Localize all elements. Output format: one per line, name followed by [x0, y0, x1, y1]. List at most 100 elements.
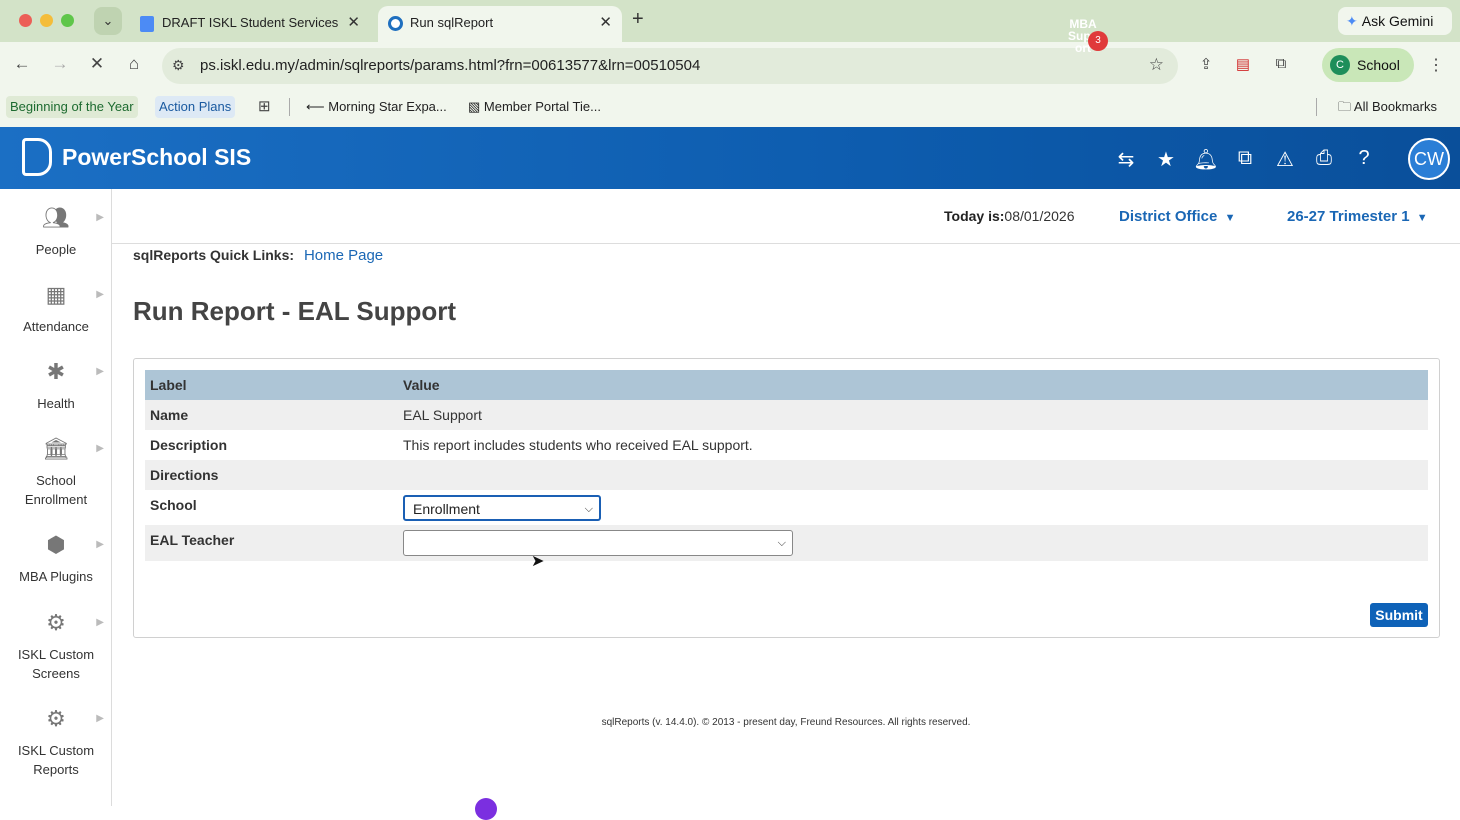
column-header-label: Label	[150, 377, 187, 393]
tab-title: Run sqlReport	[410, 15, 494, 30]
sidebar-item-health[interactable]: ✱ ▶ Health	[0, 358, 112, 413]
mouse-cursor-icon: ➤	[531, 553, 545, 570]
ask-gemini-label: Ask Gemini	[1361, 13, 1434, 29]
stop-loading-icon[interactable]: ✕	[85, 54, 109, 74]
table-row: Name EAL Support	[145, 400, 1428, 430]
tab-title: DRAFT ISKL Student Services	[162, 15, 339, 30]
school-icon: 🏛︎	[42, 436, 70, 461]
home-icon[interactable]: ⌂	[122, 54, 146, 74]
row-label: Directions	[150, 467, 219, 483]
chevron-down-icon: ⌄	[102, 13, 114, 28]
url-text[interactable]: ps.iskl.edu.my/admin/sqlreports/params.h…	[200, 57, 700, 74]
bell-icon[interactable]: 🔔︎	[1193, 147, 1219, 172]
table-row: Description This report includes student…	[145, 430, 1428, 460]
bookmark-star-icon[interactable]: ☆	[1149, 55, 1164, 75]
bookmarks-bar: Beginning of the Year Action Plans ⊞ ⟵ M…	[0, 90, 1460, 127]
new-tab-button[interactable]: +	[632, 8, 644, 31]
context-bar	[112, 189, 1460, 244]
chevron-right-icon: ▶	[96, 289, 104, 300]
sidebar-item-label: ISKL Custom Reports	[17, 743, 95, 777]
bookmark-member-portal[interactable]: ▧ Member Portal Tie...	[464, 96, 605, 118]
powerschool-logo-icon[interactable]	[22, 138, 52, 176]
user-avatar[interactable]: CW	[1408, 138, 1450, 180]
browser-chrome: ⌄ DRAFT ISKL Student Services ✕ Run sqlR…	[0, 0, 1460, 127]
extension-todoist-icon[interactable]: ▤	[1233, 55, 1253, 75]
eal-teacher-select[interactable]: ⌵	[403, 530, 793, 556]
print-icon[interactable]: ⎙	[1311, 147, 1337, 170]
site-settings-icon[interactable]: ⚙	[172, 57, 185, 74]
sidebar-item-iskl-custom-screens[interactable]: ⚙ ▶ ISKL Custom Screens	[0, 609, 112, 683]
table-header-row: Label Value	[145, 370, 1428, 400]
address-bar[interactable]: ⚙ ps.iskl.edu.my/admin/sqlreports/params…	[162, 48, 1178, 84]
caret-down-icon: ▼	[1413, 212, 1428, 224]
more-menu-icon[interactable]: ⋮	[1428, 55, 1444, 75]
attendance-icon: ▦	[45, 282, 67, 307]
tab-run-sqlreport[interactable]: Run sqlReport ✕	[378, 6, 622, 42]
all-bookmarks-button[interactable]: 🗀 All Bookmarks	[1334, 96, 1441, 118]
apps-grid-icon[interactable]: ⊞	[254, 96, 275, 118]
bookmark-beginning-of-year[interactable]: Beginning of the Year	[6, 96, 138, 118]
tab-bar: ⌄ DRAFT ISKL Student Services ✕ Run sqlR…	[0, 0, 1460, 42]
app-title[interactable]: PowerSchool SIS	[62, 144, 251, 171]
tab-search-button[interactable]: ⌄	[94, 7, 122, 35]
bookmark-morning-star[interactable]: ⟵ Morning Star Expa...	[302, 96, 451, 118]
close-window-button[interactable]	[19, 14, 32, 27]
term-selector-label: 26-27 Trimester 1	[1287, 208, 1410, 225]
bookmark-label: Member Portal Tie...	[483, 99, 601, 114]
forward-icon[interactable]: →	[48, 54, 72, 74]
close-icon[interactable]: ✕	[599, 13, 612, 31]
tab-draft-iskl[interactable]: DRAFT ISKL Student Services ✕	[130, 6, 370, 42]
back-icon[interactable]: ←	[10, 54, 34, 74]
profile-button[interactable]: C School	[1322, 48, 1414, 82]
today-value: 08/01/2026	[1004, 208, 1075, 224]
page-icon: ▧	[468, 99, 484, 114]
sidebar-item-school-enrollment[interactable]: 🏛︎ ▶ School Enrollment	[0, 435, 112, 509]
sidebar-item-label: ISKL Custom Screens	[17, 647, 95, 681]
footer-text: sqlReports (v. 14.4.0). © 2013 - present…	[601, 717, 971, 728]
table-row: School Enrollment ⌵	[145, 490, 1428, 525]
submit-button[interactable]: Submit	[1370, 603, 1428, 627]
custom-screens-icon: ⚙	[46, 610, 66, 635]
caret-down-icon: ▼	[1221, 212, 1236, 224]
floating-action-dot[interactable]	[475, 798, 497, 820]
maximize-window-button[interactable]	[61, 14, 74, 27]
sidebar-item-label: Health	[37, 396, 75, 411]
favorites-star-icon[interactable]: ★	[1153, 147, 1179, 172]
school-selector[interactable]: District Office ▼	[1119, 208, 1235, 225]
all-bookmarks-label: All Bookmarks	[1353, 99, 1437, 114]
ask-gemini-button[interactable]: ✦ Ask Gemini	[1338, 7, 1452, 35]
bookmark-action-plans[interactable]: Action Plans	[155, 96, 236, 118]
sidebar-item-label: Attendance	[23, 319, 89, 334]
close-icon[interactable]: ✕	[347, 13, 360, 31]
external-link-icon[interactable]: ⧉	[1232, 147, 1258, 170]
row-label: EAL Teacher	[150, 532, 235, 548]
switch-arrows-icon[interactable]: ⇆	[1113, 147, 1139, 172]
sidebar-item-mba-plugins[interactable]: ⬢ ▶ MBA Plugins	[0, 531, 112, 586]
alert-triangle-icon[interactable]: ⚠	[1272, 147, 1298, 172]
page-title: Run Report - EAL Support	[133, 296, 457, 326]
sidebar-item-people[interactable]: 👥︎ ▶ People	[0, 204, 112, 259]
row-label: Name	[150, 407, 189, 423]
quick-links: sqlReports Quick Links: Home Page	[133, 247, 383, 264]
chevron-down-icon: ⌵	[777, 537, 786, 549]
home-page-link[interactable]: Home Page	[304, 247, 383, 264]
today-date: Today is:08/01/2026	[944, 208, 1075, 224]
gemini-sparkle-icon: ✦	[1346, 13, 1358, 29]
people-icon: 👥︎	[42, 205, 70, 230]
minimize-window-button[interactable]	[40, 14, 53, 27]
extensions-puzzle-icon[interactable]: ⧉	[1271, 55, 1291, 75]
table-row: Directions	[145, 460, 1428, 490]
today-label: Today is:	[944, 208, 1005, 224]
notification-badge: 3	[1088, 31, 1108, 51]
sidebar-item-attendance[interactable]: ▦ ▶ Attendance	[0, 281, 112, 336]
school-select[interactable]: Enrollment ⌵	[403, 495, 601, 521]
term-selector[interactable]: 26-27 Trimester 1 ▼	[1287, 208, 1428, 225]
row-label: Description	[150, 437, 228, 453]
row-label: School	[150, 497, 197, 513]
school-selector-label: District Office	[1119, 208, 1218, 225]
bookmark-label: Morning Star Expa...	[328, 99, 447, 114]
extension-upload-icon[interactable]: ⇪	[1196, 55, 1216, 75]
chevron-right-icon: ▶	[96, 366, 104, 377]
help-icon[interactable]: ?	[1351, 147, 1377, 170]
dash-icon: ⟵	[306, 99, 329, 114]
